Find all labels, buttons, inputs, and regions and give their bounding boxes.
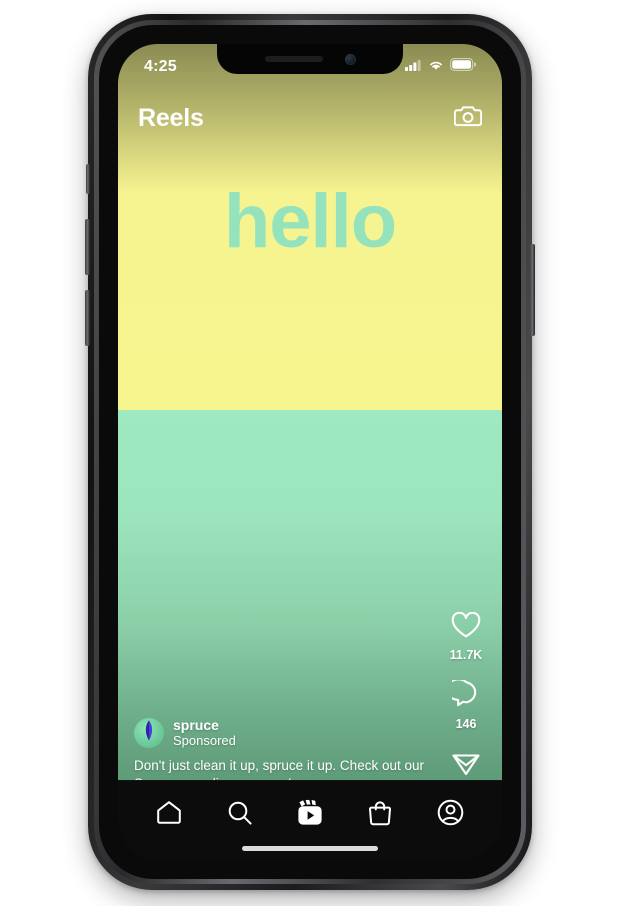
share-action[interactable]: [451, 749, 481, 782]
volume-up-button[interactable]: [85, 219, 90, 275]
comment-action[interactable]: 146: [445, 678, 481, 731]
home-icon[interactable]: [156, 800, 182, 830]
send-paper-plane-icon[interactable]: [451, 749, 481, 782]
avatar[interactable]: [134, 717, 164, 748]
status-bar-icons: [405, 58, 477, 76]
nav-item-search[interactable]: [218, 797, 262, 833]
comment-bubble-icon[interactable]: [445, 678, 481, 713]
spruce-leaf-avatar: [143, 719, 155, 746]
like-action[interactable]: 11.7K: [449, 611, 483, 662]
ad-username[interactable]: spruce: [173, 717, 236, 733]
phone-frame: hello 4:25 Reels 11.7K 146 spruce Sponso…: [85, 14, 535, 890]
like-count: 11.7K: [449, 648, 483, 662]
earpiece-speaker-icon: [264, 56, 323, 62]
sponsored-label: Sponsored: [173, 733, 236, 749]
heart-icon[interactable]: [451, 611, 481, 644]
nav-item-profile[interactable]: [429, 797, 473, 833]
volume-down-button[interactable]: [85, 290, 90, 346]
search-icon[interactable]: [227, 800, 253, 831]
camera-icon[interactable]: [453, 103, 483, 134]
nav-item-reels[interactable]: [288, 797, 332, 833]
reels-icon[interactable]: [296, 799, 324, 831]
nav-item-home[interactable]: [147, 797, 191, 833]
wifi-icon: [428, 58, 444, 76]
page-title: Reels: [138, 103, 204, 132]
home-indicator-bar[interactable]: [242, 846, 378, 851]
notch: [217, 44, 403, 74]
nav-item-shop[interactable]: [358, 797, 402, 833]
silent-switch-button[interactable]: [86, 164, 90, 194]
cellular-signal-icon: [405, 58, 422, 76]
reels-header: Reels: [118, 96, 502, 140]
phone-screen: hello 4:25 Reels 11.7K 146 spruce Sponso…: [118, 44, 502, 860]
status-bar-time: 4:25: [144, 58, 177, 75]
battery-full-icon: [450, 58, 477, 76]
media-overlay-text: hello: [223, 179, 397, 264]
front-camera-icon: [344, 53, 356, 65]
comment-count: 146: [455, 717, 477, 731]
shopping-bag-icon[interactable]: [368, 800, 392, 831]
profile-avatar-icon[interactable]: [437, 799, 464, 831]
ad-account-row[interactable]: spruce Sponsored: [134, 717, 432, 749]
ad-account-text: spruce Sponsored: [173, 717, 236, 749]
power-button[interactable]: [530, 244, 535, 336]
